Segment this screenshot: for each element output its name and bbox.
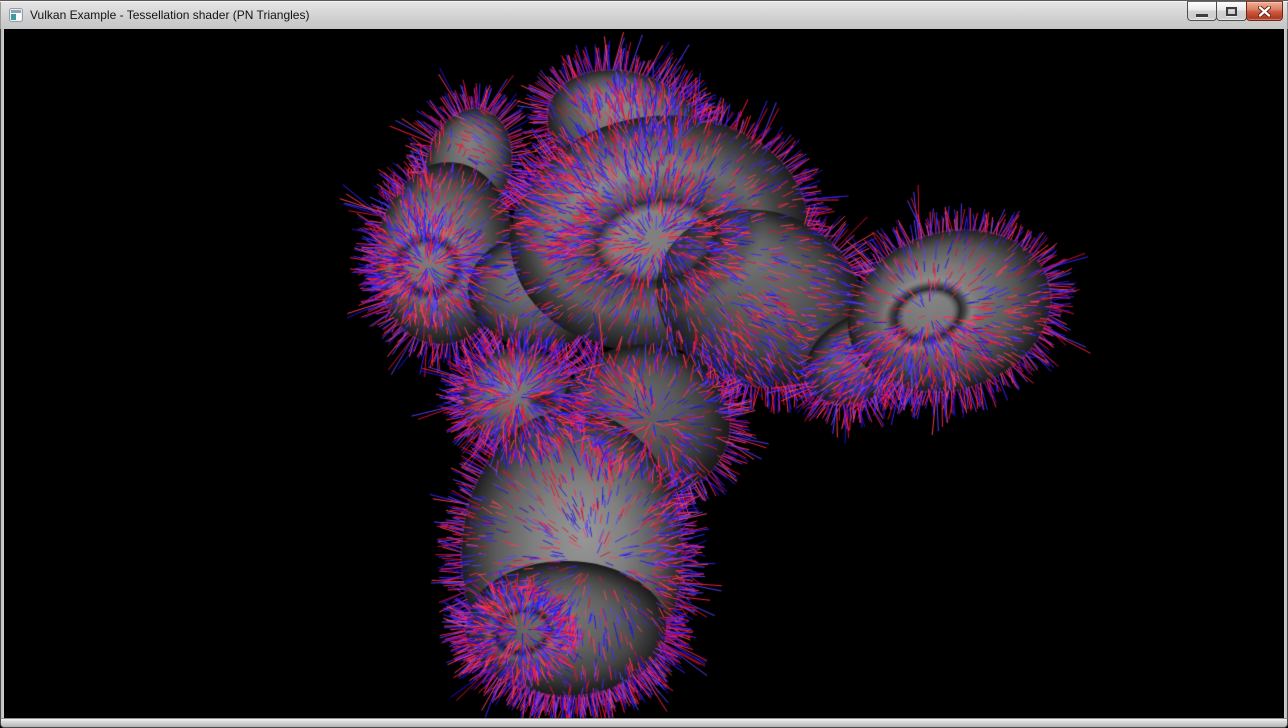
window-frame-left [0,29,4,718]
window-frame-right [1284,29,1288,718]
close-button[interactable] [1246,1,1283,21]
client-area [4,29,1284,718]
window-title: Vulkan Example - Tessellation shader (PN… [30,1,309,29]
minimize-icon [1196,14,1208,17]
app-window: Vulkan Example - Tessellation shader (PN… [0,0,1288,728]
window-frame-bottom [0,718,1288,728]
render-viewport[interactable] [4,29,1284,718]
window-controls [1188,1,1283,22]
close-icon [1258,6,1271,17]
title-bar[interactable]: Vulkan Example - Tessellation shader (PN… [0,0,1288,29]
vulkan-app-icon[interactable] [9,8,23,22]
maximize-icon [1226,7,1237,16]
maximize-button[interactable] [1216,1,1247,21]
minimize-button[interactable] [1187,1,1217,21]
